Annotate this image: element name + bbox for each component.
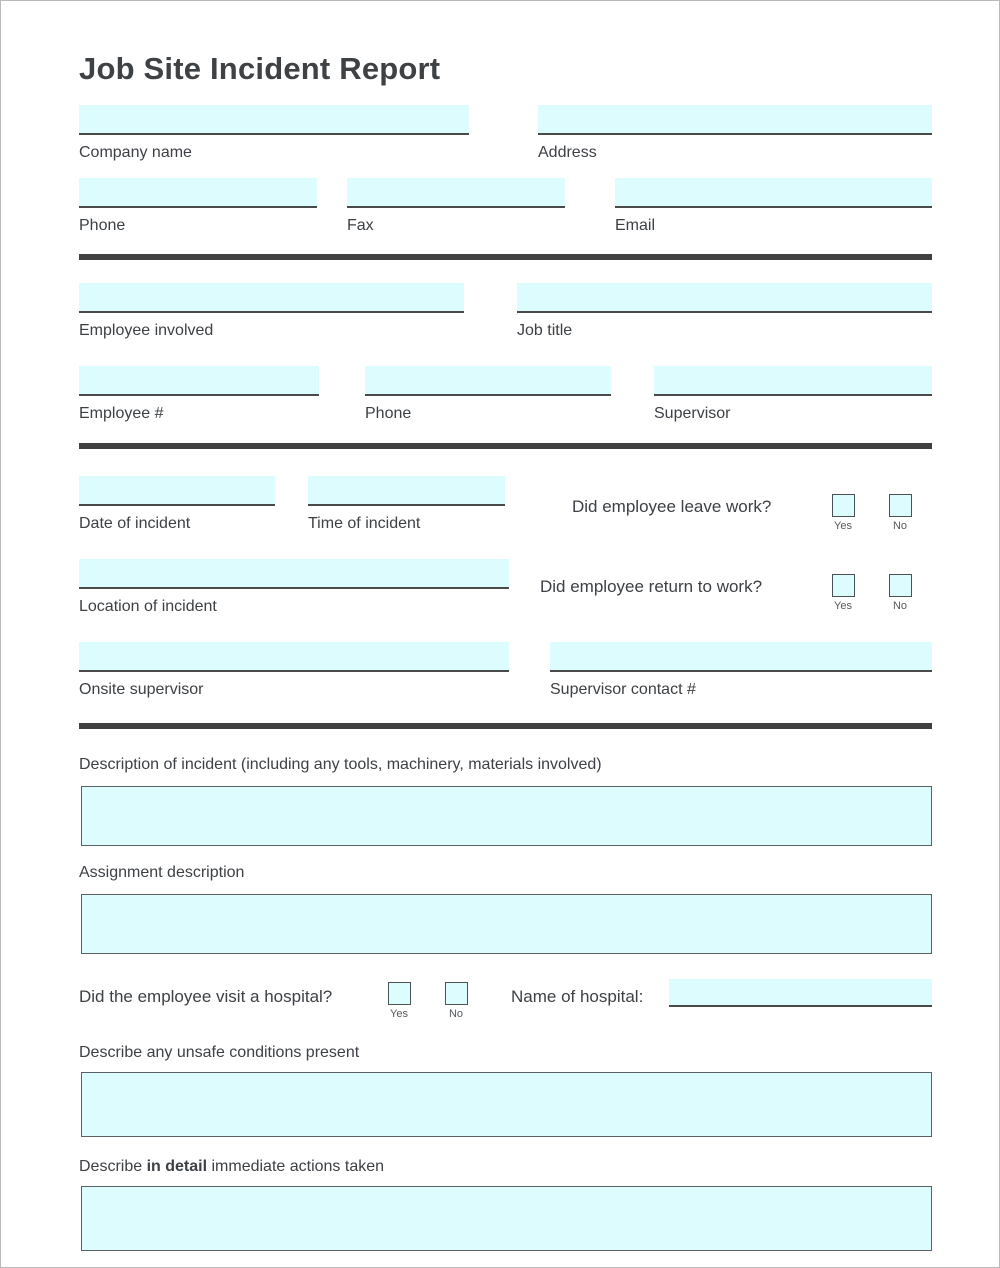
field-supervisor-contact[interactable]: Supervisor contact # — [550, 642, 932, 700]
field-employee-number[interactable]: Employee # — [79, 366, 319, 424]
section-divider-2 — [79, 443, 932, 449]
question-return-work-text: Did employee return to work? — [540, 577, 763, 596]
field-employee-involved[interactable]: Employee involved — [79, 283, 464, 341]
checkbox-hospital-no[interactable]: No — [441, 982, 471, 1020]
checkbox-leave-work-no[interactable]: No — [885, 494, 915, 532]
description-of-incident-textarea[interactable] — [81, 786, 932, 846]
job-title-input[interactable] — [517, 283, 932, 313]
checkbox-leave-work-yes[interactable]: Yes — [828, 494, 858, 532]
checkbox-hospital-no-label: No — [448, 1008, 464, 1020]
incident-report-page: Job Site Incident Report Company name Ad… — [0, 0, 1000, 1268]
section-divider-3 — [79, 723, 932, 729]
page-title: Job Site Incident Report — [79, 51, 441, 86]
fax-label: Fax — [347, 217, 374, 234]
location-of-incident-label: Location of incident — [79, 598, 217, 615]
email-label: Email — [615, 217, 656, 234]
field-company-name[interactable]: Company name — [79, 105, 469, 163]
field-date-of-incident[interactable]: Date of incident — [79, 476, 275, 534]
job-title-label: Job title — [517, 322, 573, 339]
checkbox-leave-work-yes-label: Yes — [834, 520, 852, 532]
checkbox-return-work-yes-label: Yes — [834, 600, 852, 612]
checkbox-return-work-yes[interactable]: Yes — [828, 574, 858, 612]
location-of-incident-input[interactable] — [79, 559, 509, 589]
checkbox-return-work-no-label: No — [892, 600, 908, 612]
email-input[interactable] — [615, 178, 932, 208]
fax-input[interactable] — [347, 178, 565, 208]
hospital-name-label: Name of hospital: — [511, 987, 644, 1006]
question-hospital-visit-text: Did the employee visit a hospital? — [79, 987, 333, 1006]
field-location-of-incident[interactable]: Location of incident — [79, 559, 509, 617]
field-job-title[interactable]: Job title — [517, 283, 932, 341]
checkbox-leave-work-no-box[interactable] — [888, 494, 912, 517]
assignment-description-textarea[interactable] — [81, 894, 932, 954]
time-of-incident-input[interactable] — [308, 476, 505, 506]
immediate-actions-textarea[interactable] — [81, 1186, 932, 1251]
employee-phone-label: Phone — [365, 405, 412, 422]
supervisor-contact-label: Supervisor contact # — [550, 681, 696, 698]
checkbox-leave-work-yes-box[interactable] — [831, 494, 855, 517]
unsafe-conditions-textarea[interactable] — [81, 1072, 932, 1137]
immediate-actions-label-suffix: immediate actions taken — [207, 1158, 385, 1175]
immediate-actions-label-bold: in detail — [146, 1158, 208, 1175]
supervisor-contact-input[interactable] — [550, 642, 932, 672]
employee-number-input[interactable] — [79, 366, 319, 396]
company-name-label: Company name — [79, 144, 192, 161]
checkbox-hospital-yes-label: Yes — [390, 1008, 408, 1020]
assignment-description-label: Assignment description — [79, 864, 245, 881]
onsite-supervisor-input[interactable] — [79, 642, 509, 672]
supervisor-input[interactable] — [654, 366, 932, 396]
employee-number-label: Employee # — [79, 405, 164, 422]
checkbox-hospital-yes-box[interactable] — [387, 982, 411, 1005]
checkbox-hospital-no-box[interactable] — [444, 982, 468, 1005]
immediate-actions-label: Describe in detail immediate actions tak… — [79, 1157, 384, 1177]
checkbox-return-work-yes-box[interactable] — [831, 574, 855, 597]
checkbox-return-work-no-box[interactable] — [888, 574, 912, 597]
date-of-incident-label: Date of incident — [79, 515, 191, 532]
field-fax[interactable]: Fax — [347, 178, 565, 236]
address-label: Address — [538, 144, 597, 161]
employee-involved-input[interactable] — [79, 283, 464, 313]
employee-phone-input[interactable] — [365, 366, 611, 396]
company-phone-input[interactable] — [79, 178, 317, 208]
immediate-actions-label-prefix: Describe — [79, 1158, 147, 1175]
hospital-name-input[interactable] — [669, 979, 932, 1007]
field-email[interactable]: Email — [615, 178, 932, 236]
company-phone-label: Phone — [79, 217, 126, 234]
address-input[interactable] — [538, 105, 932, 135]
supervisor-label: Supervisor — [654, 405, 731, 422]
onsite-supervisor-label: Onsite supervisor — [79, 681, 204, 698]
company-name-input[interactable] — [79, 105, 469, 135]
field-hospital-name[interactable] — [669, 979, 932, 1007]
unsafe-conditions-label: Describe any unsafe conditions present — [79, 1044, 360, 1061]
field-address[interactable]: Address — [538, 105, 932, 163]
description-of-incident-label: Description of incident (including any t… — [79, 756, 602, 773]
field-onsite-supervisor[interactable]: Onsite supervisor — [79, 642, 509, 700]
section-divider-1 — [79, 254, 932, 260]
checkbox-leave-work-no-label: No — [892, 520, 908, 532]
field-company-phone[interactable]: Phone — [79, 178, 317, 236]
time-of-incident-label: Time of incident — [308, 515, 421, 532]
checkbox-hospital-yes[interactable]: Yes — [384, 982, 414, 1020]
checkbox-return-work-no[interactable]: No — [885, 574, 915, 612]
question-leave-work-text: Did employee leave work? — [572, 497, 772, 516]
date-of-incident-input[interactable] — [79, 476, 275, 506]
field-employee-phone[interactable]: Phone — [365, 366, 611, 424]
field-supervisor[interactable]: Supervisor — [654, 366, 932, 424]
field-time-of-incident[interactable]: Time of incident — [308, 476, 505, 534]
employee-involved-label: Employee involved — [79, 322, 214, 339]
